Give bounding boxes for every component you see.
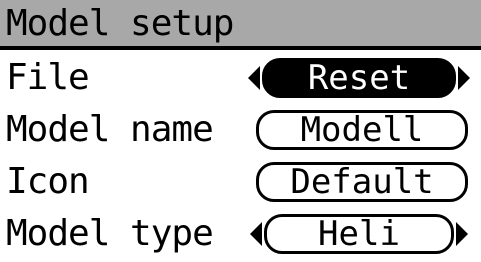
row-file-label: File: [6, 57, 90, 98]
file-value-selector[interactable]: Reset: [262, 58, 456, 98]
page-title: Model setup: [6, 3, 234, 44]
row-model-name[interactable]: Model name Modell: [0, 106, 481, 158]
model-setup-screen: Model setup File Reset Model name Modell…: [0, 0, 481, 262]
row-model-type-label: Model type: [6, 213, 214, 254]
row-model-name-label: Model name: [6, 109, 214, 150]
icon-selector[interactable]: Default: [256, 162, 468, 202]
title-bar: Model setup: [0, 0, 481, 50]
chevron-left-icon[interactable]: [248, 66, 260, 90]
chevron-right-icon[interactable]: [458, 66, 470, 90]
row-model-type[interactable]: Model type Heli: [0, 210, 481, 262]
model-name-field[interactable]: Modell: [256, 110, 468, 150]
chevron-left-icon[interactable]: [250, 222, 262, 246]
row-file[interactable]: File Reset: [0, 54, 481, 106]
chevron-right-icon[interactable]: [456, 222, 468, 246]
model-type-selector[interactable]: Heli: [264, 214, 454, 254]
row-icon[interactable]: Icon Default: [0, 158, 481, 210]
row-icon-label: Icon: [6, 161, 90, 202]
